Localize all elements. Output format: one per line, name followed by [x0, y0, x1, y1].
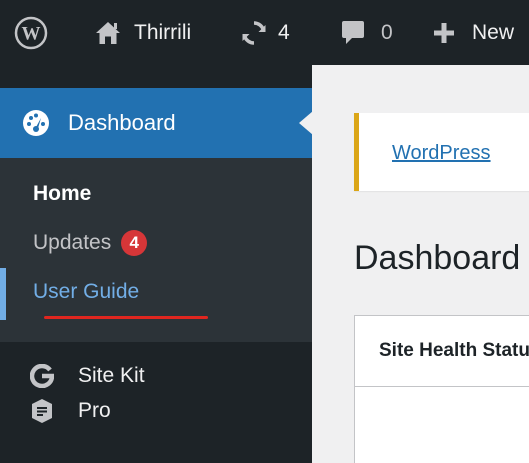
site-name: Thirrili	[134, 20, 192, 44]
site-name-link[interactable]: Thirrili	[94, 0, 191, 65]
new-content-button[interactable]: New	[432, 0, 514, 65]
main-content: WordPress Dashboard Site Health Status	[312, 65, 529, 463]
comments-count: 0	[381, 20, 393, 44]
dashboard-gauge-icon	[23, 110, 49, 136]
comments-button[interactable]: 0	[339, 0, 393, 65]
comment-icon	[342, 20, 364, 44]
annotation-underline	[44, 316, 208, 319]
submenu-label-updates: Updates	[33, 231, 112, 254]
new-label: New	[472, 20, 515, 44]
admin-notice: WordPress	[354, 113, 529, 191]
wordpress-logo-icon: W	[14, 16, 48, 49]
updates-count: 4	[278, 20, 290, 44]
annotation-left-marker	[0, 268, 6, 320]
pro-shield-icon	[32, 399, 52, 423]
widget-title: Site Health Status	[379, 340, 529, 361]
admin-sidebar: Dashboard Home Updates 4 User Guide Site…	[0, 65, 313, 463]
wordpress-logo-button[interactable]: W	[14, 0, 48, 65]
plus-icon	[434, 22, 454, 43]
home-icon	[96, 21, 120, 44]
refresh-icon	[242, 20, 266, 45]
updates-count-badge: 4	[121, 230, 148, 256]
menu-label-pro: Pro	[78, 399, 111, 422]
page-title: Dashboard	[354, 239, 521, 277]
dashboard-submenu: Home Updates 4 User Guide	[0, 158, 312, 342]
notice-link[interactable]: WordPress	[392, 142, 491, 165]
menu-item-dashboard[interactable]: Dashboard	[0, 88, 313, 158]
admin-bar: W Thirrili 4 0 New	[0, 0, 529, 65]
svg-text:W: W	[22, 23, 41, 44]
submenu-item-home[interactable]: Home	[33, 182, 91, 206]
site-health-widget: Site Health Status	[354, 315, 529, 463]
menu-item-pro[interactable]: Pro	[0, 385, 312, 437]
current-menu-arrow	[299, 111, 313, 135]
menu-label-dashboard: Dashboard	[68, 110, 176, 135]
submenu-item-user-guide[interactable]: User Guide	[33, 280, 139, 304]
updates-button[interactable]: 4	[240, 0, 290, 65]
submenu-item-updates[interactable]: Updates 4	[33, 230, 148, 256]
widget-header[interactable]: Site Health Status	[355, 316, 529, 387]
